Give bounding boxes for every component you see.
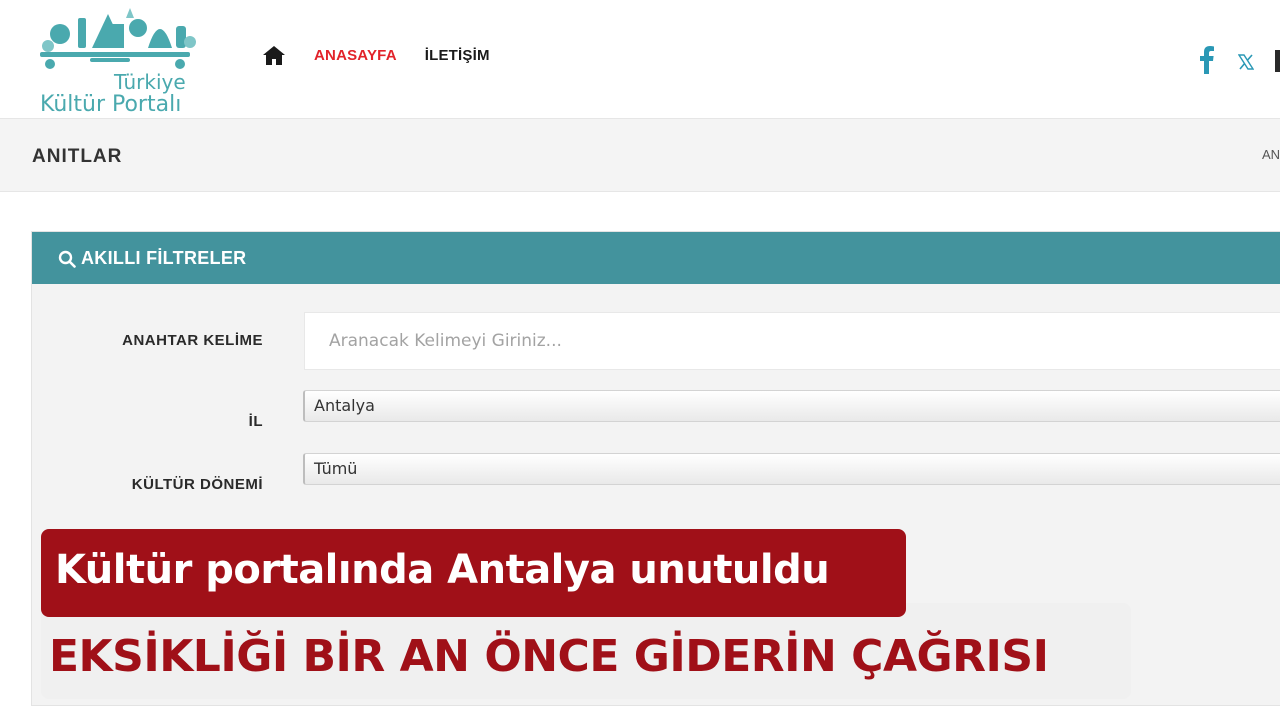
social-icon-cutoff xyxy=(1275,50,1280,72)
nav-link-iletisim[interactable]: İLETİŞİM xyxy=(425,47,490,64)
page-title-bar: ANITLAR AN xyxy=(0,118,1280,192)
subheadline-banner: EKSİKLİĞİ BİR AN ÖNCE GİDERİN ÇAĞRISI xyxy=(41,603,1131,699)
nav-link-anasayfa[interactable]: ANASAYFA xyxy=(314,47,397,64)
culture-period-select[interactable]: Tümü xyxy=(303,453,1280,485)
headline-text: Kültür portalında Antalya unutuldu xyxy=(55,547,830,593)
page-title: ANITLAR xyxy=(32,146,123,167)
facebook-icon[interactable] xyxy=(1199,46,1215,74)
province-label: İL xyxy=(248,413,263,430)
filters-header[interactable]: AKILLI FİLTRELER xyxy=(32,232,1280,284)
main-nav: ANASAYFA İLETİŞİM xyxy=(262,44,518,66)
culture-period-label: KÜLTÜR DÖNEMİ xyxy=(131,476,263,493)
keyword-field-wrapper xyxy=(304,312,1280,370)
keyword-input[interactable] xyxy=(305,313,1280,369)
keyword-label: ANAHTAR KELİME xyxy=(122,332,263,349)
logo-text-line1: Türkiye xyxy=(114,70,186,94)
home-icon[interactable] xyxy=(262,44,286,66)
x-twitter-icon[interactable] xyxy=(1238,54,1254,70)
search-icon xyxy=(58,250,76,268)
subheadline-text: EKSİKLİĞİ BİR AN ÖNCE GİDERİN ÇAĞRISI xyxy=(49,631,1049,682)
logo-illustration-icon xyxy=(40,8,196,69)
headline-banner: Kültür portalında Antalya unutuldu xyxy=(41,529,906,617)
site-header: Türkiye Kültür Portalı ANASAYFA İLETİŞİM xyxy=(0,0,1280,118)
breadcrumb[interactable]: AN xyxy=(1262,147,1280,162)
turkiye-kultur-portali-logo[interactable]: Türkiye Kültür Portalı xyxy=(30,4,200,117)
filters-title: AKILLI FİLTRELER xyxy=(81,248,247,268)
province-select[interactable]: Antalya xyxy=(303,390,1280,422)
province-selected-value: Antalya xyxy=(314,396,375,415)
culture-period-selected-value: Tümü xyxy=(314,459,358,478)
logo-text-line2: Kültür Portalı xyxy=(40,92,182,117)
